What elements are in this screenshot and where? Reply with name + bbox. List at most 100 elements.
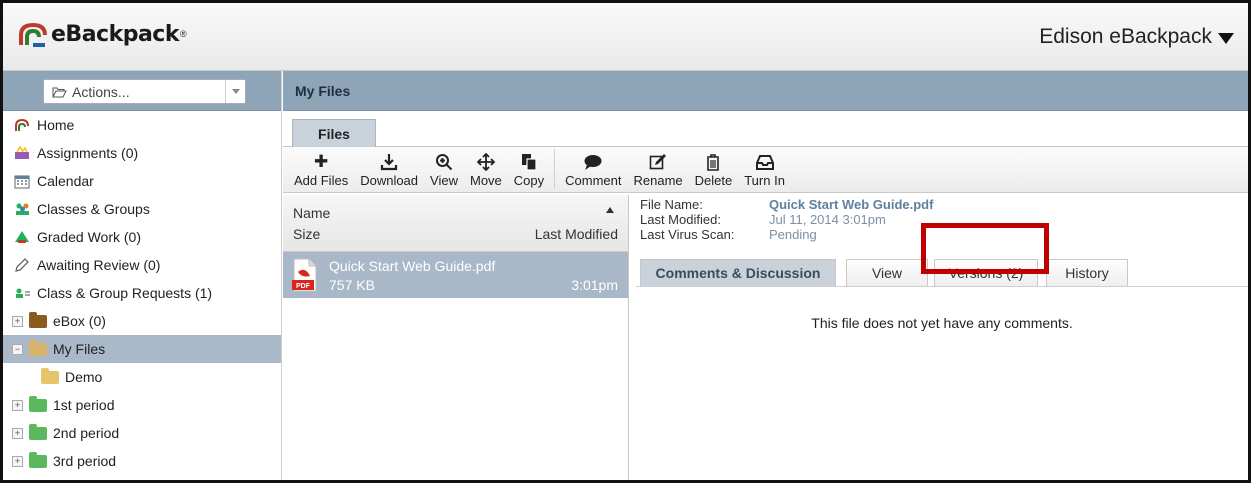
virus-scan-value: Pending xyxy=(769,227,817,242)
button-label: Copy xyxy=(513,173,545,188)
logo-text: eBackpack xyxy=(51,21,179,47)
comment-button[interactable]: Comment xyxy=(559,148,627,192)
tree-item-label: 2nd period xyxy=(53,425,120,441)
collapse-icon[interactable]: − xyxy=(12,343,23,355)
sidebar-item-requests[interactable]: Class & Group Requests (1) xyxy=(3,279,281,307)
app-header: eBackpack ® Edison eBackpack xyxy=(3,3,1248,71)
button-label: Move xyxy=(469,173,502,188)
tree-item-my-files[interactable]: − My Files xyxy=(3,335,281,363)
file-list: Name Size Last Modified PDF Quick Start … xyxy=(283,195,629,480)
actions-label: Actions... xyxy=(72,83,130,100)
main-panel: My Files Files ✚ Add Files Download View xyxy=(283,71,1248,480)
actions-bar: Actions... xyxy=(3,71,281,111)
tree-item-label: 1st period xyxy=(53,397,115,413)
turn-in-button[interactable]: Turn In xyxy=(738,148,791,192)
box-icon xyxy=(29,311,47,328)
ebackpack-logo[interactable]: eBackpack ® xyxy=(17,19,187,49)
tree-item-label: eBox (0) xyxy=(53,313,106,329)
tab-history[interactable]: History xyxy=(1046,259,1128,286)
column-size[interactable]: Size xyxy=(293,226,320,242)
zoom-in-icon xyxy=(435,153,453,173)
delete-button[interactable]: Delete xyxy=(689,148,739,192)
pdf-file-icon: PDF xyxy=(292,258,317,292)
tab-comments-discussion[interactable]: Comments & Discussion xyxy=(640,259,836,286)
column-name[interactable]: Name xyxy=(293,205,330,221)
file-size: 757 KB xyxy=(329,277,375,293)
pdf-badge: PDF xyxy=(296,283,311,290)
virus-scan-label: Last Virus Scan: xyxy=(640,227,735,242)
button-label: Comment xyxy=(565,173,622,188)
sidebar-item-assignments[interactable]: Assignments (0) xyxy=(3,139,281,167)
empty-comments-message: This file does not yet have any comments… xyxy=(811,315,1073,331)
copy-icon xyxy=(520,153,538,173)
last-modified-value: Jul 11, 2014 3:01pm xyxy=(769,212,886,227)
copy-button[interactable]: Copy xyxy=(508,148,550,192)
folder-open-icon xyxy=(52,87,67,97)
download-icon xyxy=(380,153,398,173)
actions-label-wrap: Actions... xyxy=(44,84,225,100)
expand-icon[interactable]: + xyxy=(12,455,23,467)
tree-item-label: Demo xyxy=(65,369,103,385)
tree-item-1st-period[interactable]: + 1st period xyxy=(3,391,281,419)
edit-icon xyxy=(649,153,667,173)
home-icon xyxy=(13,118,31,132)
expand-icon[interactable]: + xyxy=(12,427,23,439)
tree-item-ebox[interactable]: + eBox (0) xyxy=(3,307,281,335)
sidebar-item-awaiting-review[interactable]: Awaiting Review (0) xyxy=(3,251,281,279)
file-row[interactable]: PDF Quick Start Web Guide.pdf 757 KB 3:0… xyxy=(283,252,628,298)
tab-files[interactable]: Files xyxy=(292,119,376,147)
sort-ascending-icon[interactable] xyxy=(606,207,614,213)
tree-item-3rd-period[interactable]: + 3rd period xyxy=(3,447,281,475)
button-label: Rename xyxy=(633,173,683,188)
download-button[interactable]: Download xyxy=(354,148,424,192)
user-menu[interactable]: Edison eBackpack xyxy=(1039,25,1234,49)
sidebar-item-label: Classes & Groups xyxy=(37,201,150,217)
move-icon xyxy=(476,152,496,173)
column-last-modified[interactable]: Last Modified xyxy=(535,226,618,242)
file-name-label: File Name: xyxy=(640,197,703,212)
add-files-button[interactable]: ✚ Add Files xyxy=(288,148,354,192)
sidebar-item-home[interactable]: Home xyxy=(3,111,281,139)
expand-icon[interactable]: + xyxy=(12,315,23,327)
button-label: Download xyxy=(360,173,419,188)
button-label: Delete xyxy=(694,173,733,188)
sidebar-item-graded-work[interactable]: Graded Work (0) xyxy=(3,223,281,251)
trash-icon xyxy=(705,153,721,173)
folder-icon xyxy=(41,367,59,384)
app-window: eBackpack ® Edison eBackpack Actions... … xyxy=(0,0,1251,483)
button-label: View xyxy=(430,173,458,188)
sidebar-item-label: Awaiting Review (0) xyxy=(37,257,161,273)
view-button[interactable]: View xyxy=(424,148,464,192)
inbox-icon xyxy=(755,153,774,173)
tab-bar: Files xyxy=(283,111,1248,147)
sidebar-item-calendar[interactable]: Calendar xyxy=(3,167,281,195)
toolbar: ✚ Add Files Download View Move Copy Comm… xyxy=(283,147,1248,193)
plus-icon: ✚ xyxy=(313,152,329,171)
sidebar-item-label: Class & Group Requests (1) xyxy=(37,285,213,301)
tree-item-2nd-period[interactable]: + 2nd period xyxy=(3,419,281,447)
classes-icon xyxy=(13,202,31,216)
comment-icon xyxy=(583,153,603,173)
sidebar-item-label: Graded Work (0) xyxy=(37,229,141,245)
move-button[interactable]: Move xyxy=(464,148,508,192)
logo-registered-mark: ® xyxy=(179,29,187,39)
folder-icon xyxy=(29,423,47,440)
file-modified-time: 3:01pm xyxy=(571,277,618,293)
folder-icon xyxy=(29,451,47,468)
actions-dropdown[interactable]: Actions... xyxy=(43,79,246,104)
sidebar-item-label: Assignments (0) xyxy=(37,145,139,161)
highlight-box xyxy=(921,223,1049,274)
expand-icon[interactable]: + xyxy=(12,399,23,411)
sidebar-item-classes-groups[interactable]: Classes & Groups xyxy=(3,195,281,223)
user-menu-label: Edison eBackpack xyxy=(1039,25,1212,48)
assignments-icon xyxy=(13,146,31,160)
chevron-down-icon xyxy=(225,80,245,103)
sidebar-item-label: Calendar xyxy=(37,173,94,189)
file-name-value: Quick Start Web Guide.pdf xyxy=(769,197,934,212)
tree-item-label: 3rd period xyxy=(53,453,117,469)
button-label: Turn In xyxy=(744,173,785,188)
tab-view[interactable]: View xyxy=(846,259,928,286)
rename-button[interactable]: Rename xyxy=(628,148,689,192)
pencil-icon xyxy=(13,258,31,272)
tree-item-demo[interactable]: Demo xyxy=(3,363,281,391)
